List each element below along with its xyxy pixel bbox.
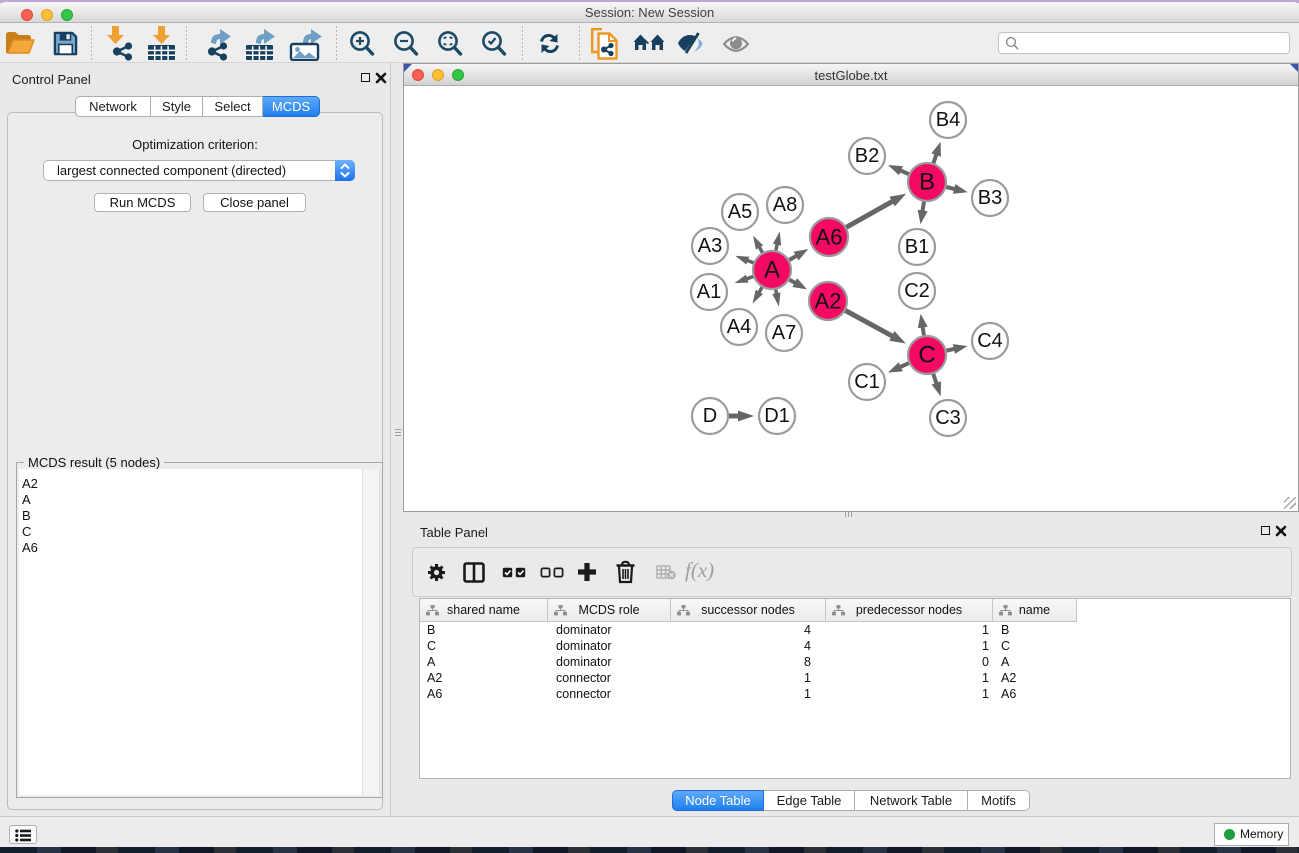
svg-text:C3: C3 — [935, 407, 961, 429]
svg-text:C4: C4 — [977, 330, 1003, 352]
svg-text:A5: A5 — [728, 201, 752, 223]
svg-text:B4: B4 — [936, 109, 960, 131]
svg-text:A6: A6 — [816, 225, 843, 250]
svg-text:C: C — [918, 342, 935, 369]
svg-text:A3: A3 — [698, 235, 722, 257]
svg-text:A4: A4 — [727, 316, 751, 338]
svg-text:B: B — [919, 169, 935, 196]
svg-text:A: A — [764, 257, 780, 284]
svg-text:C1: C1 — [854, 371, 880, 393]
svg-text:B1: B1 — [905, 236, 929, 258]
svg-text:A8: A8 — [773, 194, 797, 216]
svg-text:D: D — [703, 405, 717, 427]
svg-text:A7: A7 — [772, 322, 796, 344]
svg-text:C2: C2 — [904, 280, 930, 302]
svg-text:A1: A1 — [697, 281, 721, 303]
svg-text:A2: A2 — [815, 289, 842, 314]
svg-text:D1: D1 — [764, 405, 790, 427]
svg-text:B3: B3 — [978, 187, 1002, 209]
svg-text:B2: B2 — [855, 145, 879, 167]
